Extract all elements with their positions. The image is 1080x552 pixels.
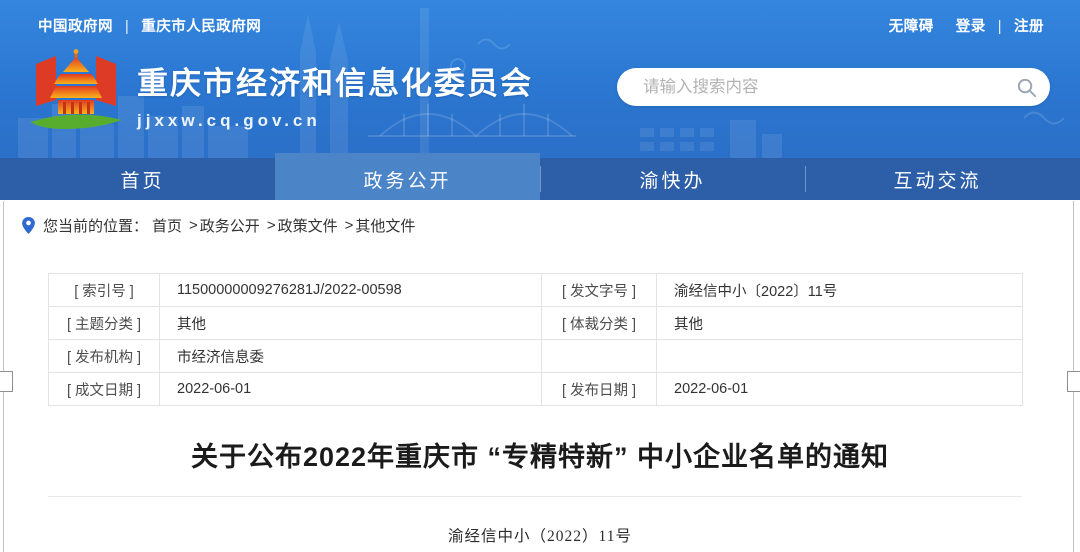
page: 中国政府网 | 重庆市人民政府网 无障碍 登录 | 注册 (0, 0, 1080, 552)
brand-text[interactable]: 重庆市经济和信息化委员会 jjxxw.cq.gov.cn (137, 58, 533, 131)
meta-value-issuing-agency: 市经济信息委 (160, 340, 542, 373)
table-row: [ 发布机构 ] 市经济信息委 (49, 340, 1023, 373)
search-icon (1015, 76, 1038, 99)
site-logo[interactable] (26, 48, 126, 144)
accessibility-link[interactable]: 无障碍 (889, 19, 934, 35)
breadcrumb-home[interactable]: 首页 (152, 215, 182, 236)
breadcrumb-qita-wenjian[interactable]: 其他文件 (355, 215, 415, 236)
top-utility-bar: 中国政府网 | 重庆市人民政府网 无障碍 登录 | 注册 (0, 0, 1080, 36)
site-url: jjxxw.cq.gov.cn (137, 111, 533, 131)
meta-label-issuing-agency: [ 发布机构 ] (49, 340, 160, 373)
main-nav: 首页 政务公开 渝快办 互动交流 (0, 158, 1080, 200)
meta-label-genre-category: [ 体裁分类 ] (542, 307, 657, 340)
article-title: 关于公布2022年重庆市 “专精特新” 中小企业名单的通知 (0, 435, 1080, 474)
account-links: 无障碍 登录 | 注册 (889, 15, 1044, 36)
meta-value-written-date: 2022-06-01 (160, 373, 542, 406)
document-number: 渝经信中小（2022）11号 (0, 524, 1080, 546)
register-link[interactable]: 注册 (1014, 19, 1044, 35)
link-cq-gov[interactable]: 重庆市人民政府网 (141, 19, 261, 35)
link-separator: | (125, 19, 129, 35)
search-button[interactable] (1002, 68, 1050, 106)
location-pin-icon (22, 217, 35, 234)
breadcrumb-zhengce-wenjian[interactable]: 政策文件 (278, 215, 338, 236)
meta-label-topic-category: [ 主题分类 ] (49, 307, 160, 340)
meta-value-publish-date: 2022-06-01 (657, 373, 1023, 406)
table-row: [ 成文日期 ] 2022-06-01 [ 发布日期 ] 2022-06-01 (49, 373, 1023, 406)
link-china-gov[interactable]: 中国政府网 (38, 19, 113, 35)
breadcrumb-label: 您当前的位置： (43, 215, 148, 236)
site-header: 中国政府网 | 重庆市人民政府网 无障碍 登录 | 注册 (0, 0, 1080, 158)
nav-item-yukuaiban[interactable]: 渝快办 (540, 158, 805, 200)
breadcrumb-separator: > (189, 217, 198, 234)
meta-value-genre-category: 其他 (657, 307, 1023, 340)
meta-label-written-date: [ 成文日期 ] (49, 373, 160, 406)
meta-label-index-number: [ 索引号 ] (49, 274, 160, 307)
table-row: [ 主题分类 ] 其他 [ 体裁分类 ] 其他 (49, 307, 1023, 340)
nav-item-home[interactable]: 首页 (10, 158, 275, 200)
table-row: [ 索引号 ] 11500000009276281J/2022-00598 [ … (49, 274, 1023, 307)
breadcrumb-separator: > (267, 217, 276, 234)
meta-label-empty (542, 340, 657, 373)
breadcrumb-zhengwu-gongkai[interactable]: 政务公开 (200, 215, 260, 236)
content-area: 您当前的位置： 首页 > 政务公开 > 政策文件 > 其他文件 [ 索引号 ] … (0, 200, 1080, 546)
search-input[interactable] (617, 68, 1002, 106)
search-box (617, 68, 1050, 106)
meta-value-topic-category: 其他 (160, 307, 542, 340)
login-link[interactable]: 登录 (956, 19, 986, 35)
meta-value-empty (657, 340, 1023, 373)
link-separator: | (998, 19, 1002, 35)
nav-item-zhengwu-gongkai[interactable]: 政务公开 (275, 153, 540, 200)
nav-item-hudong-jiaoliu[interactable]: 互动交流 (805, 158, 1070, 200)
brand-row: 重庆市经济和信息化委员会 jjxxw.cq.gov.cn (0, 42, 1080, 158)
great-hall-emblem-icon (26, 48, 126, 142)
meta-label-doc-symbol: [ 发文字号 ] (542, 274, 657, 307)
site-title: 重庆市经济和信息化委员会 (137, 58, 533, 103)
meta-value-doc-symbol: 渝经信中小〔2022〕11号 (657, 274, 1023, 307)
breadcrumb: 您当前的位置： 首页 > 政务公开 > 政策文件 > 其他文件 (0, 213, 1080, 237)
gov-links: 中国政府网 | 重庆市人民政府网 (38, 15, 261, 36)
document-meta-table: [ 索引号 ] 11500000009276281J/2022-00598 [ … (48, 273, 1023, 406)
right-page-edge-marker (1067, 371, 1080, 392)
meta-value-index-number: 11500000009276281J/2022-00598 (160, 274, 542, 307)
left-page-edge-marker (0, 371, 13, 392)
meta-label-publish-date: [ 发布日期 ] (542, 373, 657, 406)
title-divider (48, 496, 1022, 497)
breadcrumb-separator: > (345, 217, 354, 234)
